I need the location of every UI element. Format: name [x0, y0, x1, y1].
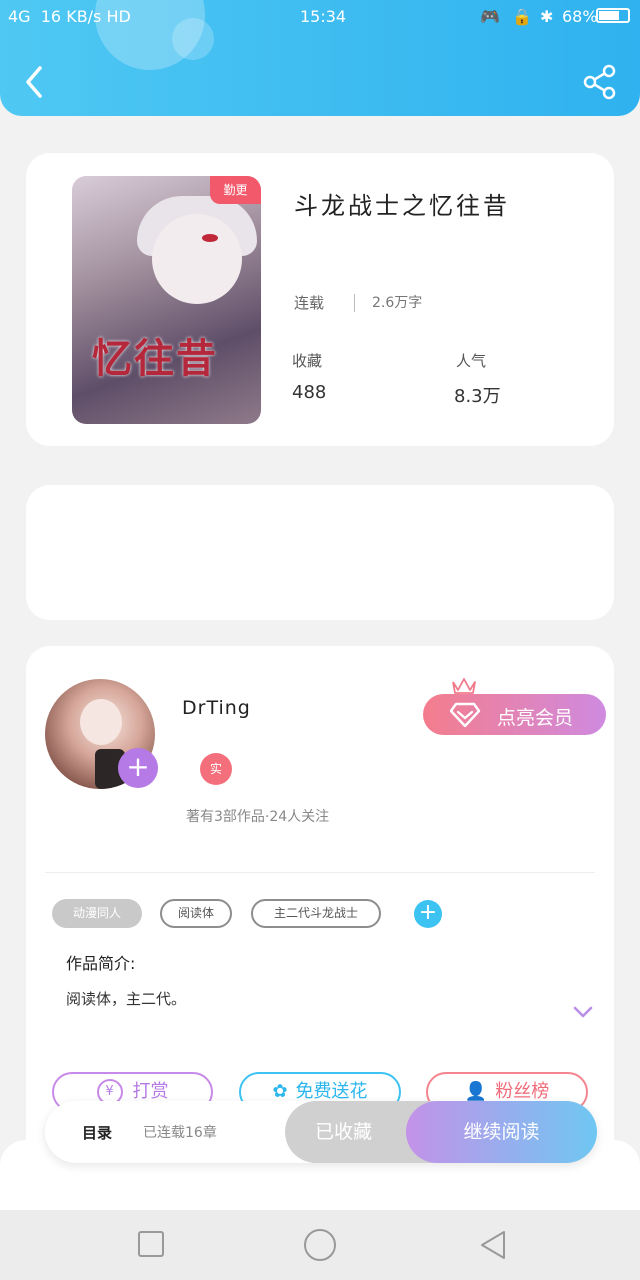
- popularity-label: 人气: [456, 352, 487, 370]
- chapter-progress: 已连载16章: [143, 1125, 217, 1141]
- status-network: 4G 16 KB/s HD: [8, 7, 131, 26]
- author-name[interactable]: DrTing: [182, 697, 251, 719]
- status-bar: 4G 16 KB/s HD 15:34 🎮 🔒 ✱ 68%: [0, 0, 640, 32]
- word-count: 2.6万字: [372, 295, 423, 311]
- continue-reading-button[interactable]: 继续阅读: [406, 1101, 597, 1163]
- cover-badge: 勤更: [210, 176, 261, 204]
- author-stats: 著有3部作品·24人关注: [186, 809, 330, 825]
- user-icon: 👤: [464, 1081, 488, 1102]
- status-time: 15:34: [300, 7, 347, 26]
- cover-art: [202, 234, 218, 242]
- system-nav-bar: [0, 1210, 640, 1280]
- fans-label: 粉丝榜: [495, 1081, 550, 1102]
- book-cover[interactable]: 忆往昔: [72, 176, 261, 424]
- vip-button[interactable]: 点亮会员: [423, 694, 606, 735]
- flower-label: 免费送花: [295, 1081, 368, 1102]
- recent-apps-icon[interactable]: [137, 1230, 165, 1258]
- diamond-icon: [449, 702, 481, 728]
- popularity-value: 8.3万: [454, 386, 501, 407]
- collect-label: 收藏: [292, 352, 323, 370]
- tag-chip[interactable]: 主二代斗龙战士: [251, 899, 381, 928]
- back-nav-icon[interactable]: [478, 1229, 508, 1261]
- bluetooth-icon: ✱: [540, 7, 554, 26]
- share-button[interactable]: [580, 62, 620, 102]
- tag-chip[interactable]: 动漫同人: [52, 899, 142, 928]
- plus-icon: +: [126, 750, 150, 783]
- intro-heading: 作品简介:: [66, 954, 136, 973]
- lock-icon: 🔒: [512, 7, 532, 26]
- serial-status: 连载: [294, 294, 325, 312]
- flower-icon: ✿: [272, 1081, 288, 1102]
- tag-chip[interactable]: 阅读体: [160, 899, 232, 928]
- cover-art: [152, 214, 242, 304]
- chevron-down-icon[interactable]: [572, 1004, 594, 1020]
- collect-value: 488: [292, 382, 327, 403]
- follow-button[interactable]: +: [118, 748, 158, 788]
- divider: [45, 872, 595, 873]
- crown-icon: [452, 678, 476, 694]
- battery-icon: [596, 8, 630, 23]
- book-title: 斗龙战士之忆往昔: [294, 192, 510, 220]
- intro-text: 阅读体，主二代。: [66, 990, 187, 1008]
- home-icon[interactable]: [303, 1228, 337, 1262]
- divider: [354, 294, 355, 312]
- cover-title: 忆往昔: [92, 335, 218, 382]
- chevron-left-icon: [26, 66, 42, 98]
- verified-badge: 实: [200, 753, 232, 785]
- add-tag-button[interactable]: +: [414, 900, 442, 928]
- vip-label: 点亮会员: [497, 707, 574, 729]
- battery-text: 68%: [562, 7, 598, 26]
- blank-card: [26, 485, 614, 620]
- gamepad-icon: 🎮: [480, 7, 500, 26]
- back-button[interactable]: [22, 62, 52, 102]
- share-icon: [583, 64, 616, 100]
- reward-label: 打赏: [132, 1081, 169, 1102]
- catalog-button[interactable]: 目录: [82, 1122, 112, 1143]
- plus-icon: +: [418, 900, 438, 925]
